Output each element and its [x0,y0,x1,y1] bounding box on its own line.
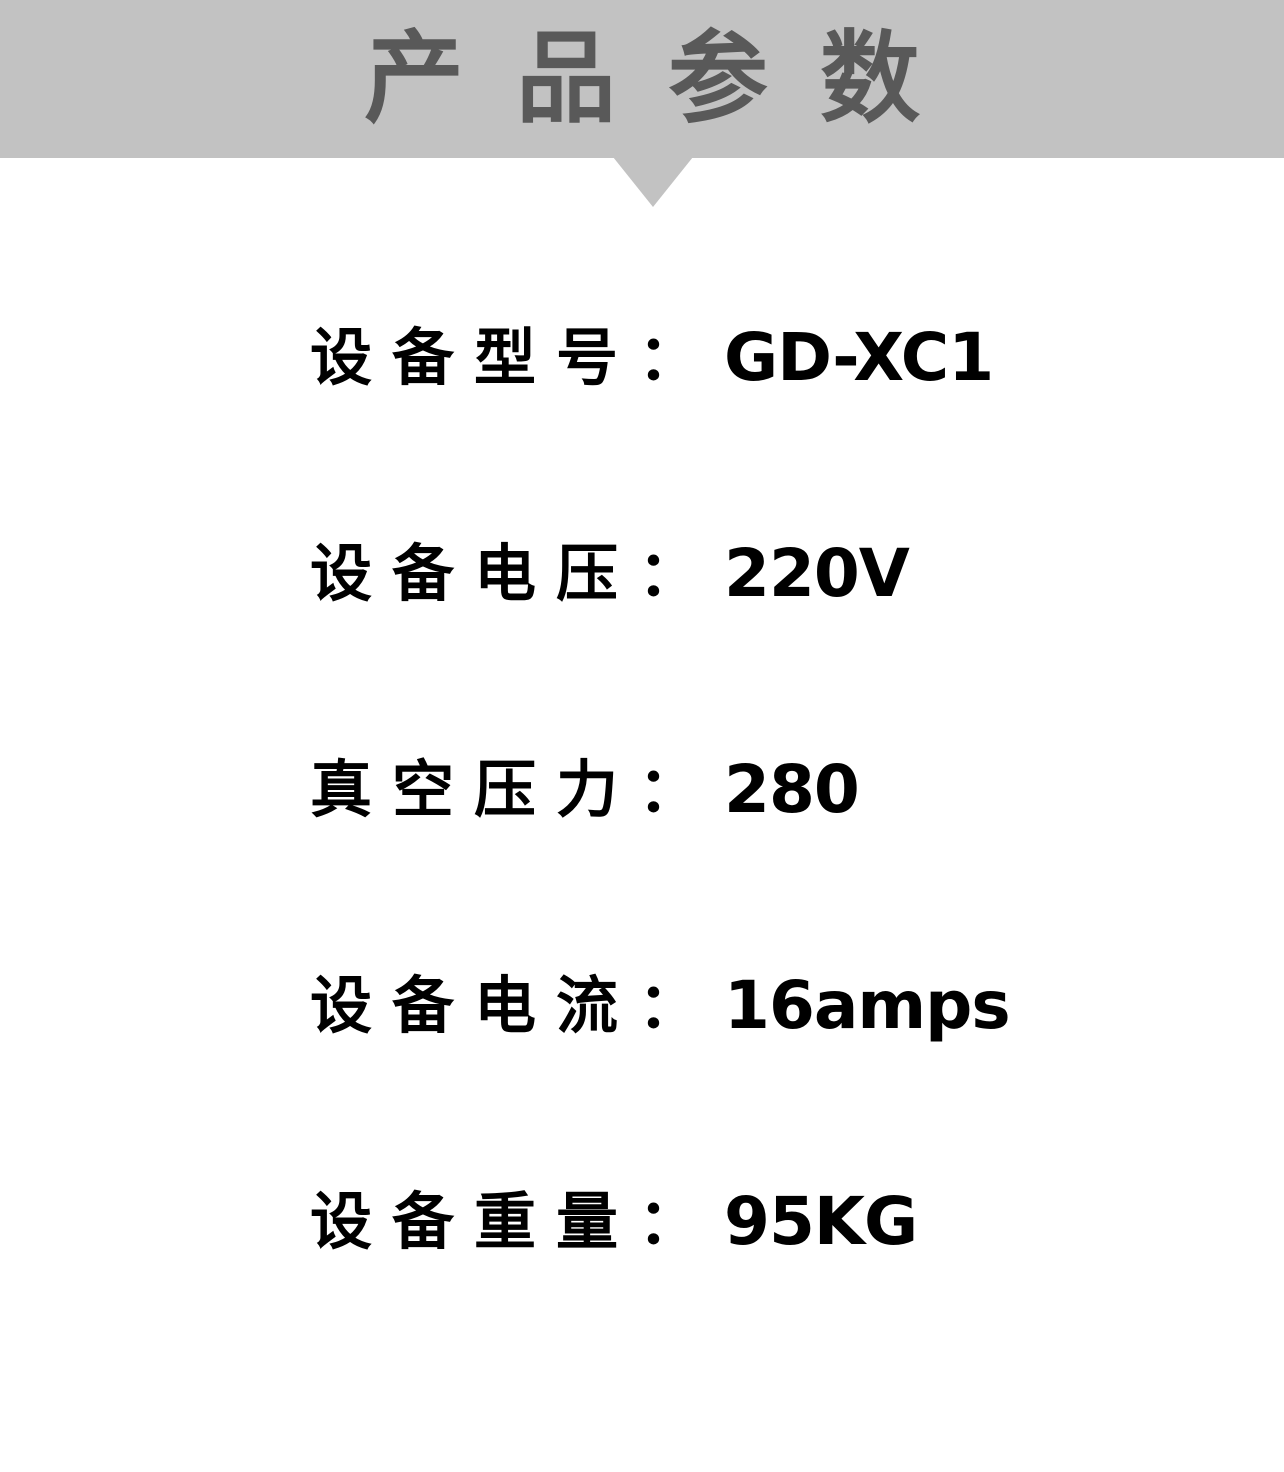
spec-label: 设备重量 [310,1185,639,1258]
spec-colon: ： [638,969,701,1042]
spec-value: 220V [724,535,910,612]
spec-colon: ： [638,537,701,610]
spec-colon: ： [638,1185,701,1258]
spec-label: 真空压力 [310,753,639,826]
spec-row-voltage: 设备电压 ： 220V [310,534,1210,750]
header-pointer-triangle [613,157,693,207]
spec-value: 280 [724,751,860,828]
spec-row-current: 设备电流 ： 16amps [310,966,1210,1182]
spec-row-vacuum-pressure: 真空压力 ： 280 [310,750,1210,966]
spec-label: 设备电压 [310,537,639,610]
spec-colon: ： [638,753,701,826]
spec-colon: ： [638,321,701,394]
spec-row-weight: 设备重量 ： 95KG [310,1182,1210,1398]
spec-value: 95KG [724,1183,918,1260]
page-title: 产品参数 [364,20,972,137]
spec-row-model: 设备型号 ： GD-XC1 [310,318,1210,534]
spec-value: GD-XC1 [724,319,994,396]
spec-label: 设备型号 [310,321,639,394]
spec-label: 设备电流 [310,969,639,1042]
spec-list: 设备型号 ： GD-XC1 设备电压 ： 220V 真空压力 ： 280 设备电… [310,318,1210,1398]
spec-value: 16amps [724,967,1011,1044]
page-title-container: 产品参数 [0,0,1284,158]
